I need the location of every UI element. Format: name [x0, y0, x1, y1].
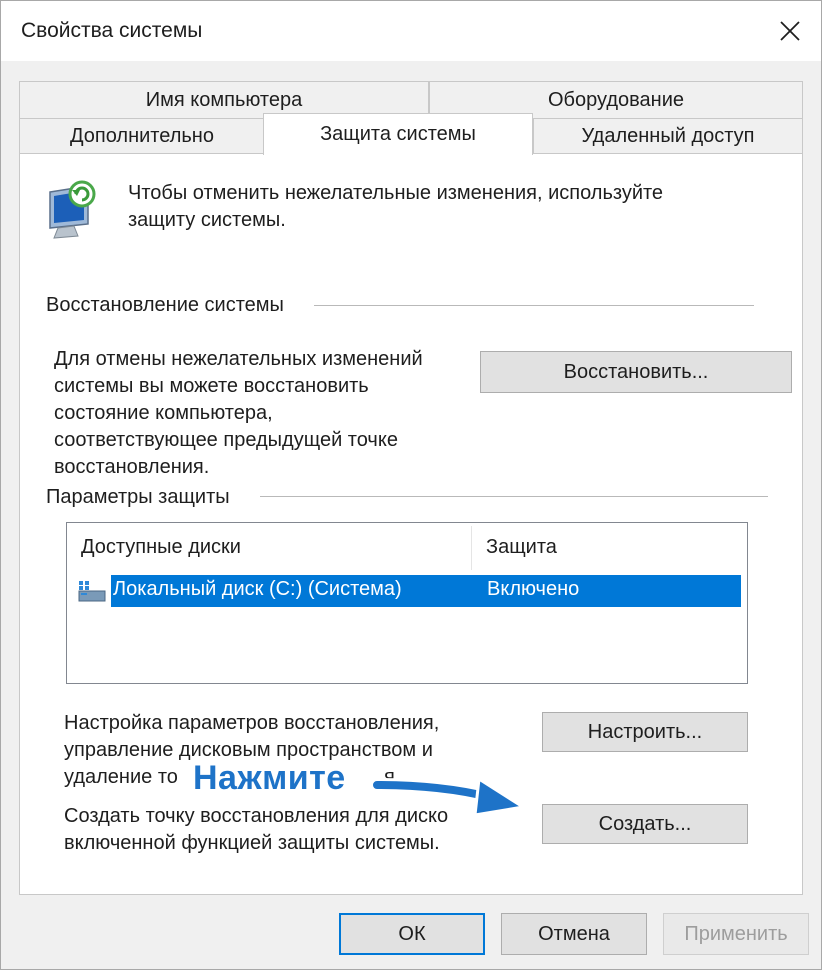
drives-list[interactable]: Доступные диски Защита Локальный диск (C… — [66, 522, 748, 684]
restore-desc-3: состояние компьютера, — [54, 402, 273, 424]
annotation-arrow-icon — [371, 777, 525, 817]
close-icon — [780, 21, 800, 41]
tab-label: Удаленный доступ — [581, 124, 755, 147]
apply-button[interactable]: Применить — [663, 913, 809, 955]
restore-group-line — [314, 305, 754, 306]
close-button[interactable] — [759, 1, 821, 61]
column-header-label: Защита — [486, 535, 557, 558]
protection-status-cell: Включено — [487, 578, 580, 600]
tab-remote[interactable]: Удаленный доступ — [533, 118, 803, 154]
title-bar: Свойства системы — [1, 1, 821, 61]
drive-name-cell: Локальный диск (C:) (Система) — [113, 578, 402, 600]
restore-button[interactable]: Восстановить... — [480, 351, 792, 393]
intro-line-2: защиту системы. — [128, 209, 286, 231]
table-row[interactable]: Локальный диск (C:) (Система) Включено — [111, 575, 741, 607]
drive-icon — [78, 581, 106, 602]
protection-group-line — [260, 496, 768, 497]
column-header-drives[interactable]: Доступные диски — [67, 523, 471, 571]
tab-label: Имя компьютера — [145, 88, 303, 111]
restore-desc-5: восстановления. — [54, 456, 210, 478]
intro-line-1: Чтобы отменить нежелательные изменения, … — [128, 182, 664, 204]
tab-system-protection[interactable]: Защита системы — [263, 113, 533, 155]
system-properties-window: Свойства системы Имя компьютера Оборудов… — [0, 0, 822, 970]
create-desc-2: включенной функцией защиты системы. — [64, 832, 440, 854]
restore-desc-1: Для отмены нежелательных изменений — [54, 348, 423, 370]
cancel-button[interactable]: Отмена — [501, 913, 647, 955]
column-header-protection[interactable]: Защита — [472, 523, 742, 571]
tab-label: Защита системы — [320, 123, 476, 145]
restore-desc-4: соответствующее предыдущей точке — [54, 429, 398, 451]
protection-group-label: Параметры защиты — [46, 486, 230, 508]
column-header-label: Доступные диски — [81, 535, 241, 558]
tab-advanced[interactable]: Дополнительно — [19, 118, 265, 154]
configure-desc-1: Настройка параметров восстановления, — [64, 712, 440, 734]
create-button[interactable]: Создать... — [542, 804, 748, 844]
configure-button[interactable]: Настроить... — [542, 712, 748, 752]
tab-label: Оборудование — [547, 88, 685, 111]
window-title: Свойства системы — [21, 19, 203, 42]
annotation-label: Нажмите — [193, 759, 346, 797]
configure-desc-3: удаление то — [64, 766, 178, 788]
system-protection-icon — [49, 180, 96, 239]
tab-label: Дополнительно — [70, 124, 214, 147]
restore-desc-2: системы вы можете восстановить — [54, 375, 369, 397]
restore-group-label: Восстановление системы — [46, 294, 284, 316]
ok-button[interactable]: ОК — [339, 913, 485, 955]
